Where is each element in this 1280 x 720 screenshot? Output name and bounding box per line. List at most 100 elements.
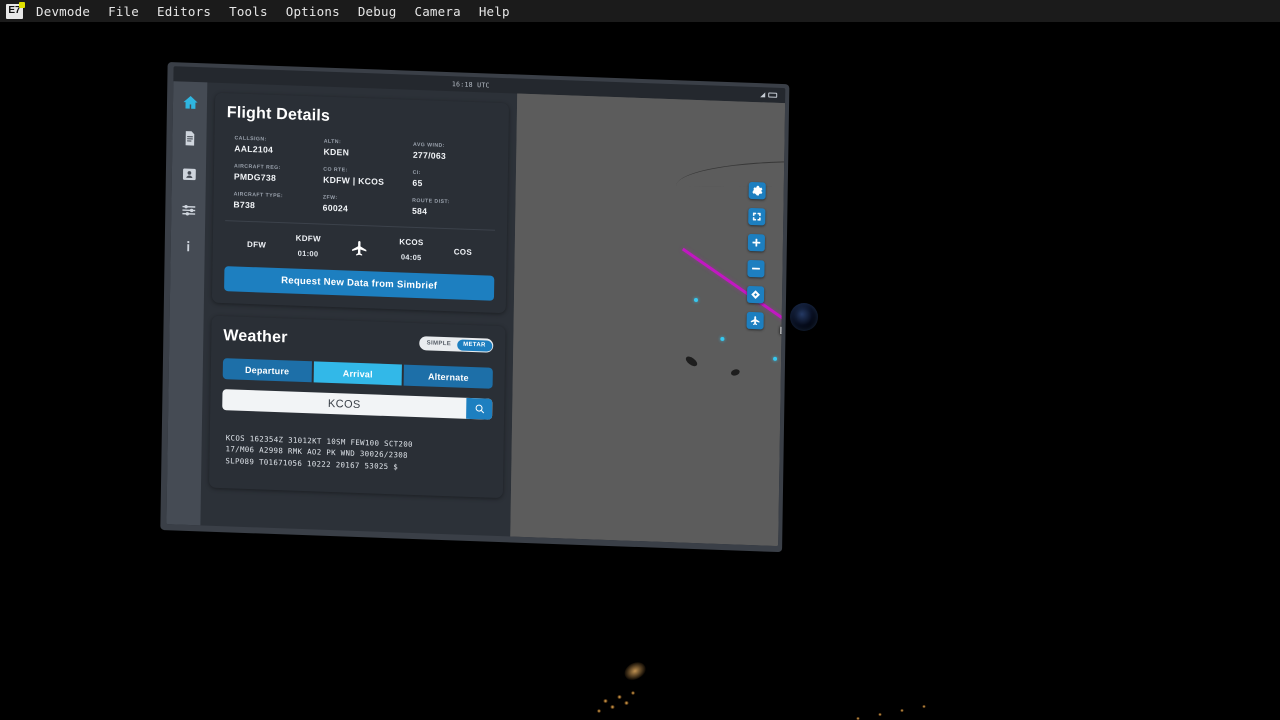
search-icon: [475, 404, 484, 414]
field-value: KDEN: [323, 146, 350, 158]
map-waypoint[interactable]: [720, 336, 725, 342]
field-avg-wind: AVG WIND: 277/063: [413, 142, 497, 163]
runway-light: [597, 709, 601, 713]
field-aircraft-type: AIRCRAFT TYPE: B738: [233, 191, 317, 212]
sidebar-item-settings[interactable]: [178, 199, 198, 220]
route-plane-icon-col: [334, 238, 386, 259]
field-ci: CI: 65: [412, 170, 496, 191]
runway-light: [610, 705, 615, 709]
sidebar-item-info[interactable]: [178, 235, 198, 256]
runway-light: [603, 699, 608, 703]
flight-details-grid: CALLSIGN: AAL2104 ALTN: KDEN AVG WIND: 2…: [225, 135, 496, 219]
field-value: 584: [411, 205, 428, 217]
airplane-icon: [352, 240, 367, 256]
gear-icon: [752, 185, 763, 196]
sidebar-item-home[interactable]: [180, 91, 200, 112]
tab-alternate[interactable]: Alternate: [403, 364, 493, 389]
fullscreen-icon: [752, 212, 761, 221]
flight-details-card: Flight Details CALLSIGN: AAL2104 ALTN: K…: [211, 92, 510, 314]
screen-root: E7 Devmode File Editors Tools Options De…: [0, 0, 1280, 720]
route-origin-city: DFW: [246, 239, 267, 250]
runway-light: [631, 691, 635, 695]
weather-header: Weather SIMPLE METAR: [223, 327, 494, 355]
route-origin-icao-col: KDFW 01:00: [282, 233, 334, 259]
sliders-icon: [181, 204, 195, 215]
route-dest-city: COS: [453, 246, 473, 257]
sidebar-item-crew[interactable]: [179, 163, 199, 184]
route-origin-city-col: DFW: [231, 239, 283, 250]
icao-search-input[interactable]: [222, 389, 467, 419]
field-route-dist: ROUTE DIST: 584: [412, 198, 496, 219]
taxiway-light: [922, 705, 926, 708]
field-zfw: ZFW: 60024: [323, 195, 407, 216]
menu-options[interactable]: Options: [277, 2, 349, 21]
route-dest-city-col: COS: [437, 246, 489, 257]
field-callsign: CALLSIGN: AAL2104: [234, 135, 318, 156]
map-zoom-in-button[interactable]: [747, 233, 766, 252]
map-follow-aircraft-button[interactable]: [746, 311, 764, 330]
route-dest-icao-col: KCOS 04:05: [385, 237, 437, 263]
crew-id-icon: [182, 167, 196, 180]
taxiway-light: [900, 709, 904, 712]
runway-light: [617, 695, 622, 699]
divider: [225, 220, 496, 231]
menu-editors[interactable]: Editors: [148, 2, 220, 21]
field-altn: ALTN: KDEN: [324, 139, 408, 160]
map-center-button[interactable]: [746, 285, 765, 304]
toggle-option-metar[interactable]: METAR: [457, 338, 492, 352]
weather-title: Weather: [223, 327, 288, 347]
map-zoom-out-button[interactable]: [747, 259, 765, 278]
app-logo-icon: E7: [6, 1, 25, 19]
field-value: AAL2104: [234, 143, 274, 155]
weather-format-toggle[interactable]: SIMPLE METAR: [419, 336, 494, 353]
menu-tools[interactable]: Tools: [220, 2, 277, 21]
menu-help[interactable]: Help: [470, 2, 519, 21]
tablet-body: 16:18 UTC Flight Details CALLSIGN: AAL21…: [160, 61, 790, 553]
plus-icon: [752, 238, 761, 247]
weather-search-bar: [222, 389, 493, 420]
utc-clock: 16:18 UTC: [451, 79, 490, 90]
menu-devmode[interactable]: Devmode: [27, 2, 99, 21]
menu-debug[interactable]: Debug: [349, 2, 406, 21]
toggle-option-simple[interactable]: SIMPLE: [421, 338, 458, 350]
info-icon: [186, 240, 189, 251]
metar-text: KCOS 162354Z 31012KT 10SM FEW100 SCT200 …: [225, 433, 413, 472]
weather-card: Weather SIMPLE METAR Departure Arrival A…: [208, 315, 506, 499]
devmode-menu-bar: E7 Devmode File Editors Tools Options De…: [0, 0, 1280, 23]
menu-camera[interactable]: Camera: [405, 2, 469, 21]
field-value: 277/063: [412, 149, 447, 161]
map-waypoint[interactable]: [693, 297, 699, 303]
search-button[interactable]: [466, 397, 493, 420]
map-fullscreen-button[interactable]: [748, 207, 766, 226]
tab-departure[interactable]: Departure: [222, 358, 312, 383]
apron-light-glow: [621, 658, 649, 684]
field-value: KDFW | KCOS: [323, 174, 385, 187]
menu-file[interactable]: File: [99, 2, 148, 21]
sidebar-item-documents[interactable]: [179, 127, 199, 148]
request-simbrief-data-button[interactable]: Request New Data from Simbrief: [224, 266, 495, 301]
flight-details-title: Flight Details: [226, 104, 331, 125]
document-icon: [185, 130, 194, 146]
route-strip: DFW KDFW 01:00 KCOS 04:05 COS: [225, 231, 495, 265]
tab-arrival[interactable]: Arrival: [313, 361, 403, 386]
map-settings-button[interactable]: [748, 181, 766, 200]
map-controls: [746, 181, 766, 330]
signal-icon: [760, 92, 766, 98]
route-origin-time: 01:00: [297, 248, 319, 259]
field-value: PMDG738: [233, 171, 277, 183]
map-waypoint[interactable]: [773, 356, 778, 361]
field-co-rte: CO RTE: KDFW | KCOS: [323, 167, 407, 188]
diamond-icon: [751, 290, 761, 300]
efb-tablet: 16:18 UTC Flight Details CALLSIGN: AAL21…: [160, 40, 793, 562]
route-dest-time: 04:05: [400, 252, 422, 263]
tablet-screen: 16:18 UTC Flight Details CALLSIGN: AAL21…: [166, 66, 786, 547]
status-icons: [760, 92, 778, 98]
field-value: 65: [412, 177, 423, 189]
field-value: B738: [233, 199, 256, 211]
route-dest-icao: KCOS: [399, 237, 424, 248]
battery-icon: [768, 92, 778, 98]
weather-tabs: Departure Arrival Alternate: [222, 358, 493, 389]
navigation-map[interactable]: Lamar Guymon: [510, 93, 786, 547]
map-label-lamar: Lamar: [779, 325, 786, 339]
route-origin-icao: KDFW: [295, 233, 321, 244]
